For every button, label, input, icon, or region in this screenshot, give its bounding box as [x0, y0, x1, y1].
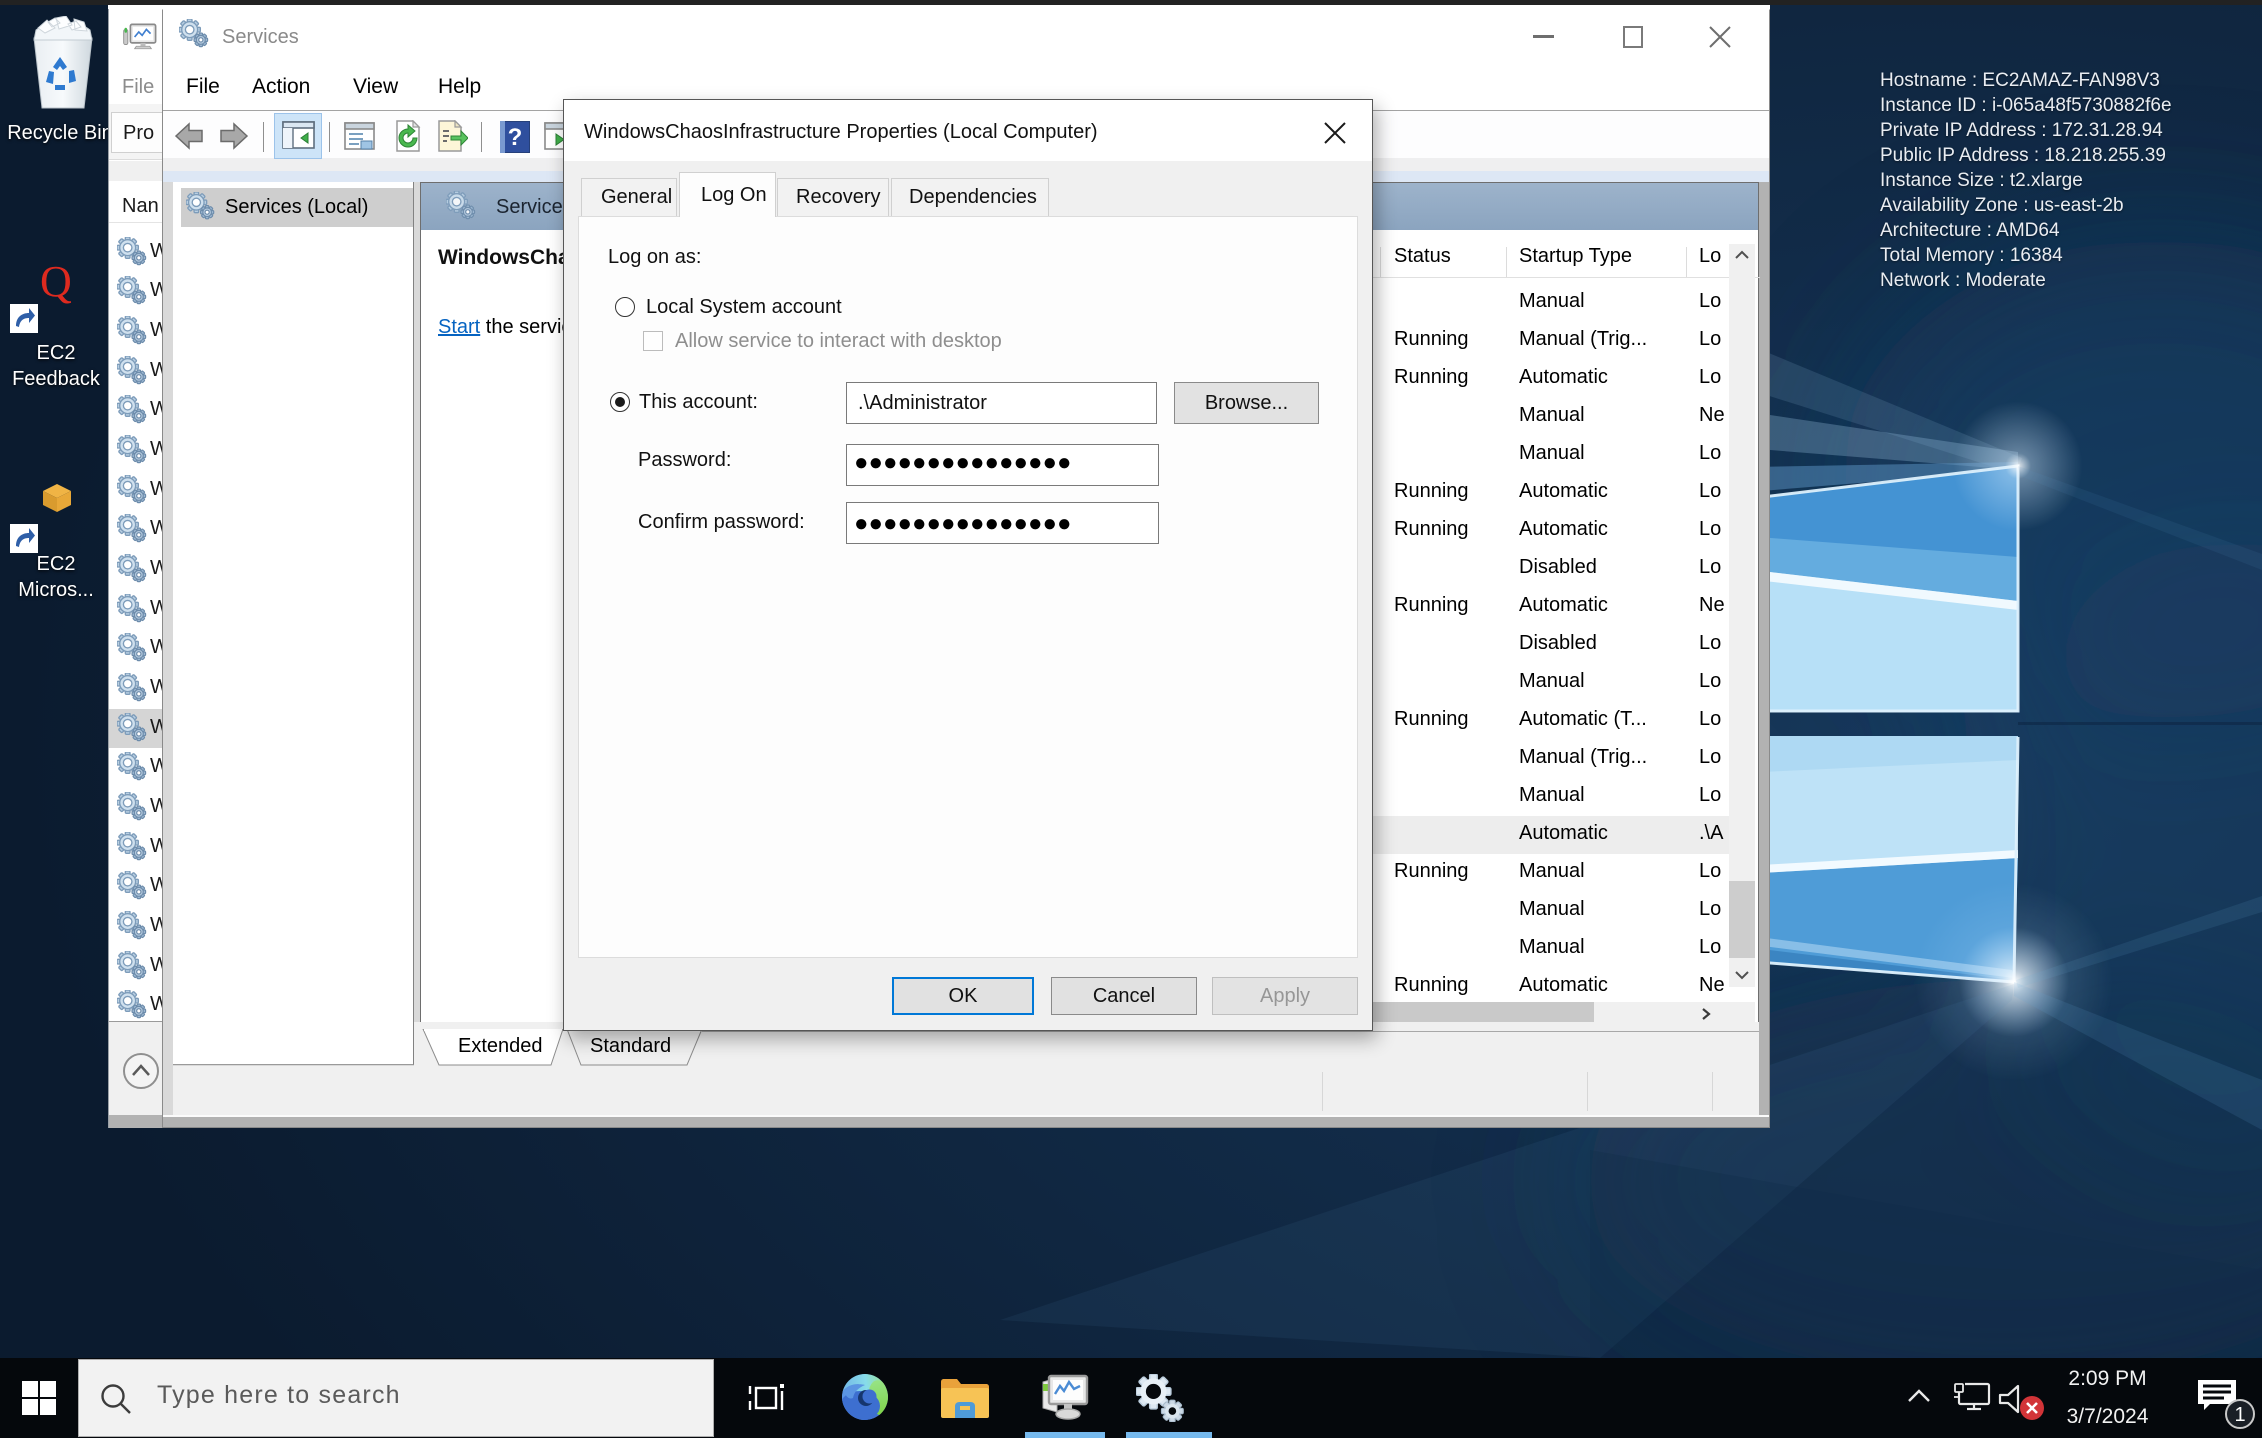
- svg-text:1: 1: [2234, 1404, 2245, 1426]
